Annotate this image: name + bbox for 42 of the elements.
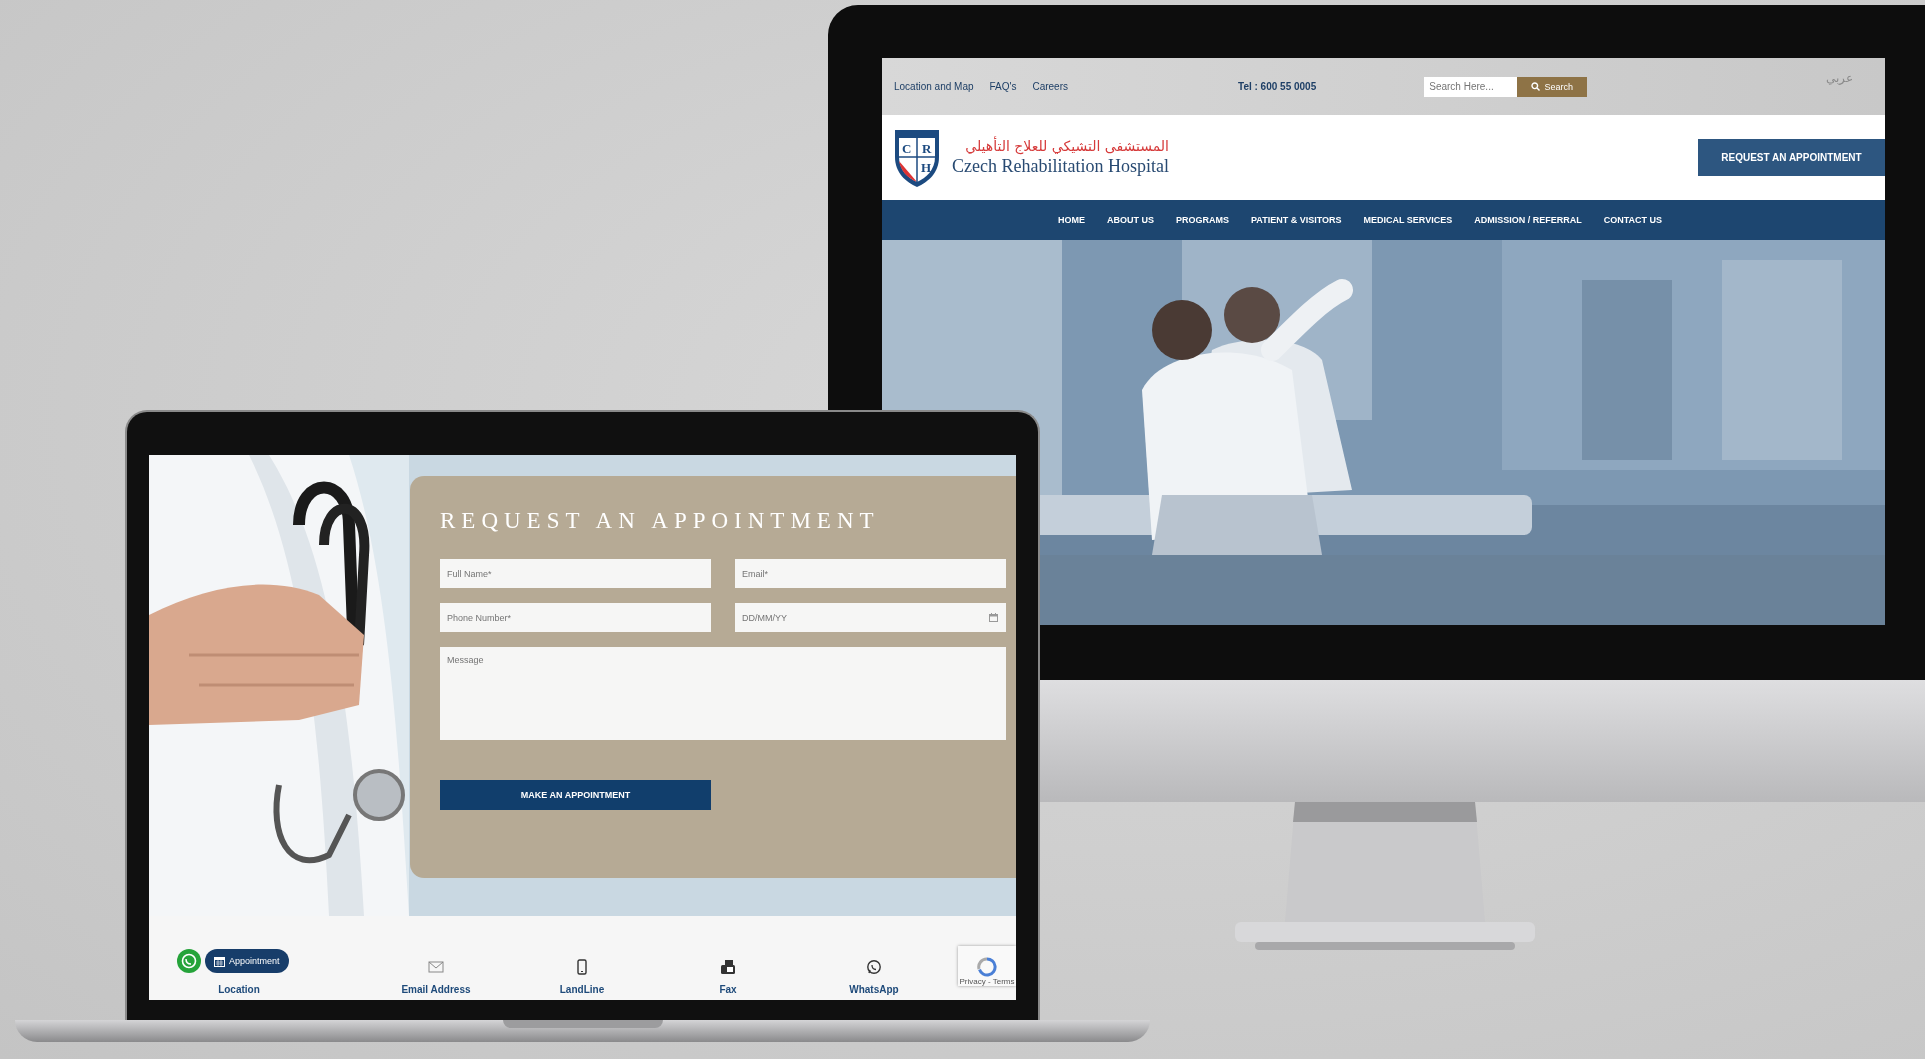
contact-label[interactable]: Location [218,984,260,995]
nav-item[interactable]: ABOUT US [1107,215,1154,225]
logo-letter: H [921,160,932,174]
input-field[interactable]: Full Name* [440,559,711,588]
calendar-icon [989,613,998,622]
phone-number: Tel : 600 55 0005 [1238,81,1317,92]
privacy-terms-text: Privacy - Terms [959,977,1015,986]
mobile-phone-icon [574,959,590,975]
contact-label[interactable]: LandLine [559,984,605,995]
nav-item[interactable]: HOME [1058,215,1085,225]
contact-label[interactable]: Email Address [401,984,471,995]
top-link[interactable]: Location and Map [894,81,974,92]
appointment-button[interactable]: Appointment [205,949,289,973]
make-appointment-button[interactable]: MAKE AN APPOINTMENT [440,780,711,810]
input-field[interactable]: Email* [735,559,1006,588]
nav-item[interactable]: MEDICAL SERVICES [1363,215,1453,225]
nav-item[interactable]: ADMISSION / REFERRAL [1474,215,1582,225]
form-title: REQUEST AN APPOINTMENT [440,508,881,534]
message-field[interactable]: Message [440,647,1006,740]
logo-letter: C [902,141,912,155]
logo-letter: R [922,141,932,155]
whatsapp-icon [866,959,882,975]
logo-arabic-name: المستشفى التشيكي للعلاج التأهيلي [965,138,1169,154]
mail-icon [428,959,444,975]
nav-item[interactable]: PATIENT & VISITORS [1251,215,1342,225]
nav-item[interactable]: PROGRAMS [1176,215,1229,225]
search-button[interactable]: Search [1517,76,1588,97]
top-link[interactable]: Careers [1032,81,1068,92]
whatsapp-button[interactable] [177,949,201,973]
input-field[interactable]: Phone Number* [440,603,711,632]
search-field[interactable]: Search Here... [1424,76,1518,97]
request-appointment-button[interactable]: REQUEST AN APPOINTMENT [1698,139,1885,176]
nav-item[interactable]: CONTACT US [1603,215,1663,225]
search-icon [1531,82,1541,91]
date-field[interactable]: DD/MM/YY [735,603,1006,632]
fax-icon [720,959,736,975]
calendar-icon [214,955,225,967]
top-link[interactable]: FAQ's [989,81,1017,92]
contact-label[interactable]: WhatsApp [849,984,899,995]
logo-name: Czech Rehabilitation Hospital [952,156,1169,177]
contact-label[interactable]: Fax [719,984,737,995]
recaptcha-icon [977,957,997,977]
